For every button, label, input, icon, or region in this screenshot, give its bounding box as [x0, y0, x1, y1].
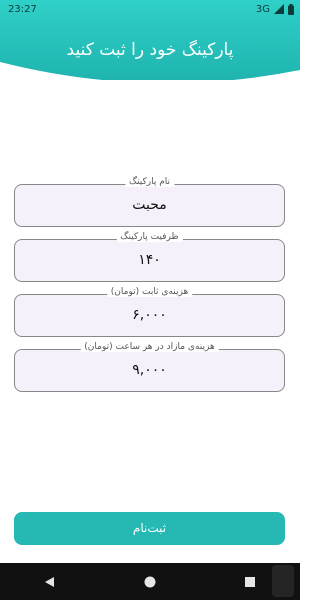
home-icon — [144, 576, 156, 587]
hourly-fee-value[interactable]: ۹,۰۰۰ — [15, 362, 284, 378]
hourly-fee-label: هزینه‌ی مازاد در هر ساعت (تومان) — [80, 342, 219, 352]
home-button[interactable] — [130, 563, 170, 600]
fixed-fee-value[interactable]: ۶,۰۰۰ — [15, 307, 284, 323]
back-button[interactable] — [30, 563, 70, 600]
recents-icon — [245, 576, 255, 587]
status-bar: 23:27 3G — [0, 0, 300, 18]
parking-name-label: نام پارکینگ — [124, 177, 175, 187]
hourly-fee-field[interactable]: هزینه‌ی مازاد در هر ساعت (تومان) ۹,۰۰۰ — [14, 342, 285, 392]
fixed-fee-label: هزینه‌ی ثابت (تومان) — [106, 287, 193, 297]
battery-icon — [288, 3, 294, 15]
parking-name-field[interactable]: نام پارکینگ محبت — [14, 177, 285, 227]
back-icon — [45, 576, 54, 587]
parking-capacity-value[interactable]: ۱۴۰ — [15, 252, 284, 268]
navigation-bar — [0, 563, 300, 600]
fixed-fee-field[interactable]: هزینه‌ی ثابت (تومان) ۶,۰۰۰ — [14, 287, 285, 337]
register-button[interactable]: ثبت‌نام — [14, 512, 285, 545]
parking-capacity-field[interactable]: ظرفیت پارکینگ ۱۴۰ — [14, 232, 285, 282]
page-title: پارکینگ خود را ثبت کنید — [66, 40, 234, 60]
network-type: 3G — [255, 3, 270, 15]
parking-capacity-label: ظرفیت پارکینگ — [116, 232, 183, 242]
watermark-logo — [272, 565, 294, 597]
status-icons: 3G — [255, 3, 294, 15]
parking-name-value[interactable]: محبت — [15, 197, 284, 213]
recents-button[interactable] — [230, 563, 270, 600]
signal-icon — [274, 4, 284, 14]
status-time: 23:27 — [8, 3, 37, 15]
